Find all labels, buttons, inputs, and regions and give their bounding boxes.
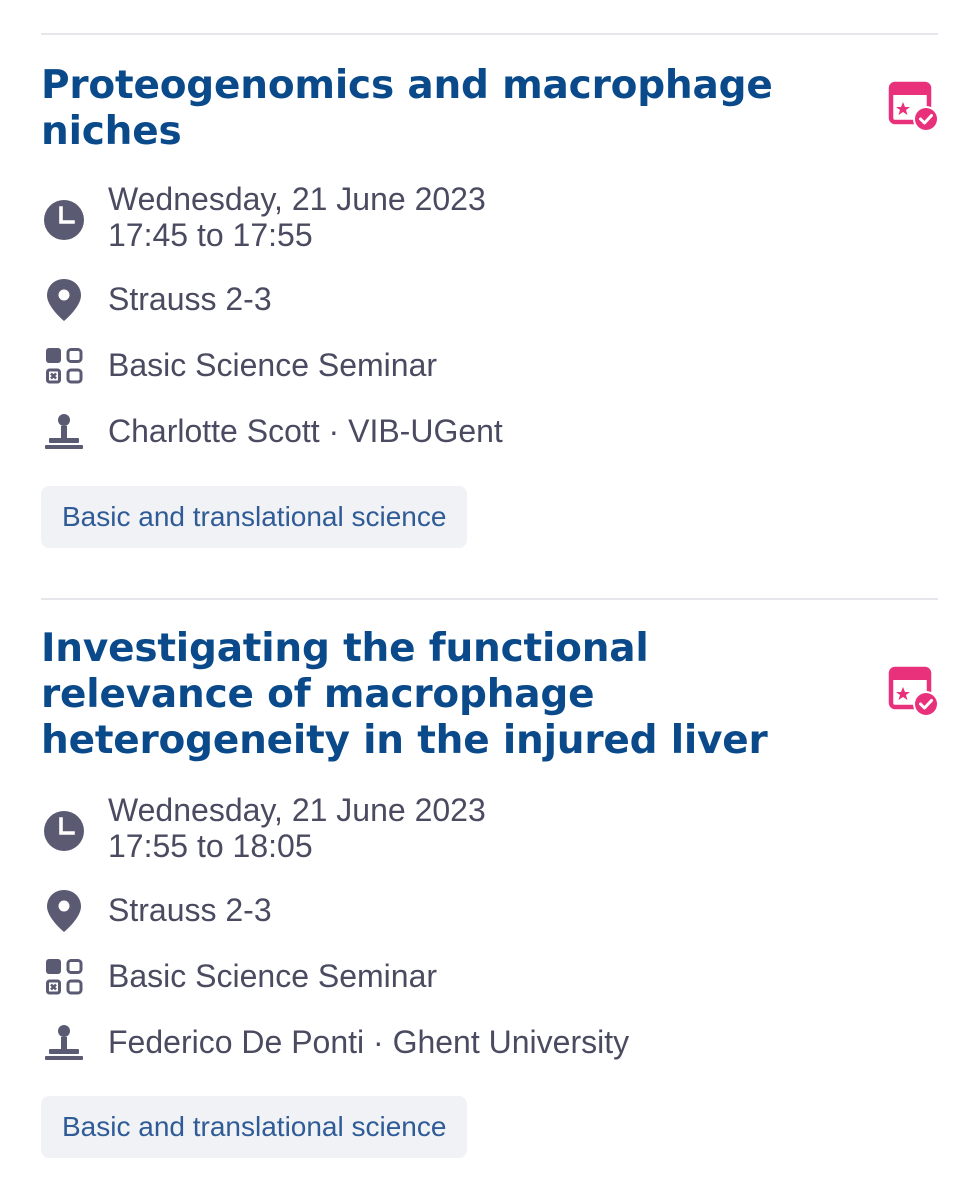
session-card: Investigating the functional relevance o… bbox=[41, 598, 939, 1200]
topic-tag[interactable]: Basic and translational science bbox=[41, 486, 468, 548]
session-location: Strauss 2-3 bbox=[108, 281, 272, 317]
session-type: Basic Science Seminar bbox=[108, 347, 438, 383]
session-date: Wednesday, 21 June 2023 bbox=[108, 792, 486, 828]
map-pin-icon bbox=[41, 888, 87, 934]
session-card: Proteogenomics and macrophage niches Wed… bbox=[41, 33, 939, 595]
session-speaker-row: Charlotte Scott · VIB-UGent bbox=[41, 413, 921, 455]
add-to-calendar-button[interactable] bbox=[888, 81, 942, 135]
session-speaker[interactable]: Federico De Ponti · Ghent University bbox=[108, 1024, 629, 1060]
session-speaker-row: Federico De Ponti · Ghent University bbox=[41, 1024, 921, 1066]
session-time-row: Wednesday, 21 June 2023 17:45 to 17:55 bbox=[41, 181, 921, 253]
session-date: Wednesday, 21 June 2023 bbox=[108, 181, 486, 217]
session-time-row: Wednesday, 21 June 2023 17:55 to 18:05 bbox=[41, 792, 921, 864]
session-time: 17:55 to 18:05 bbox=[108, 828, 313, 864]
session-time: 17:45 to 17:55 bbox=[108, 217, 313, 253]
speaker-podium-icon bbox=[41, 409, 87, 455]
session-title[interactable]: Proteogenomics and macrophage niches bbox=[41, 63, 841, 155]
session-type-row: Basic Science Seminar bbox=[41, 347, 921, 389]
session-type-row: Basic Science Seminar bbox=[41, 958, 921, 1000]
add-to-calendar-button[interactable] bbox=[888, 666, 942, 720]
speaker-podium-icon bbox=[41, 1020, 87, 1066]
calendar-added-icon bbox=[888, 81, 939, 132]
session-location: Strauss 2-3 bbox=[108, 892, 272, 928]
session-title[interactable]: Investigating the functional relevance o… bbox=[41, 626, 841, 764]
session-type: Basic Science Seminar bbox=[108, 958, 438, 994]
session-location-row: Strauss 2-3 bbox=[41, 279, 921, 323]
session-type-icon bbox=[41, 954, 87, 1000]
session-speaker[interactable]: Charlotte Scott · VIB-UGent bbox=[108, 413, 503, 449]
session-location-row: Strauss 2-3 bbox=[41, 890, 921, 934]
topic-tag[interactable]: Basic and translational science bbox=[41, 1096, 468, 1158]
session-type-icon bbox=[41, 343, 87, 389]
calendar-added-icon bbox=[888, 666, 939, 717]
clock-icon bbox=[41, 808, 87, 854]
session-list: Proteogenomics and macrophage niches Wed… bbox=[0, 0, 963, 1200]
clock-icon bbox=[41, 197, 87, 243]
map-pin-icon bbox=[41, 277, 87, 323]
